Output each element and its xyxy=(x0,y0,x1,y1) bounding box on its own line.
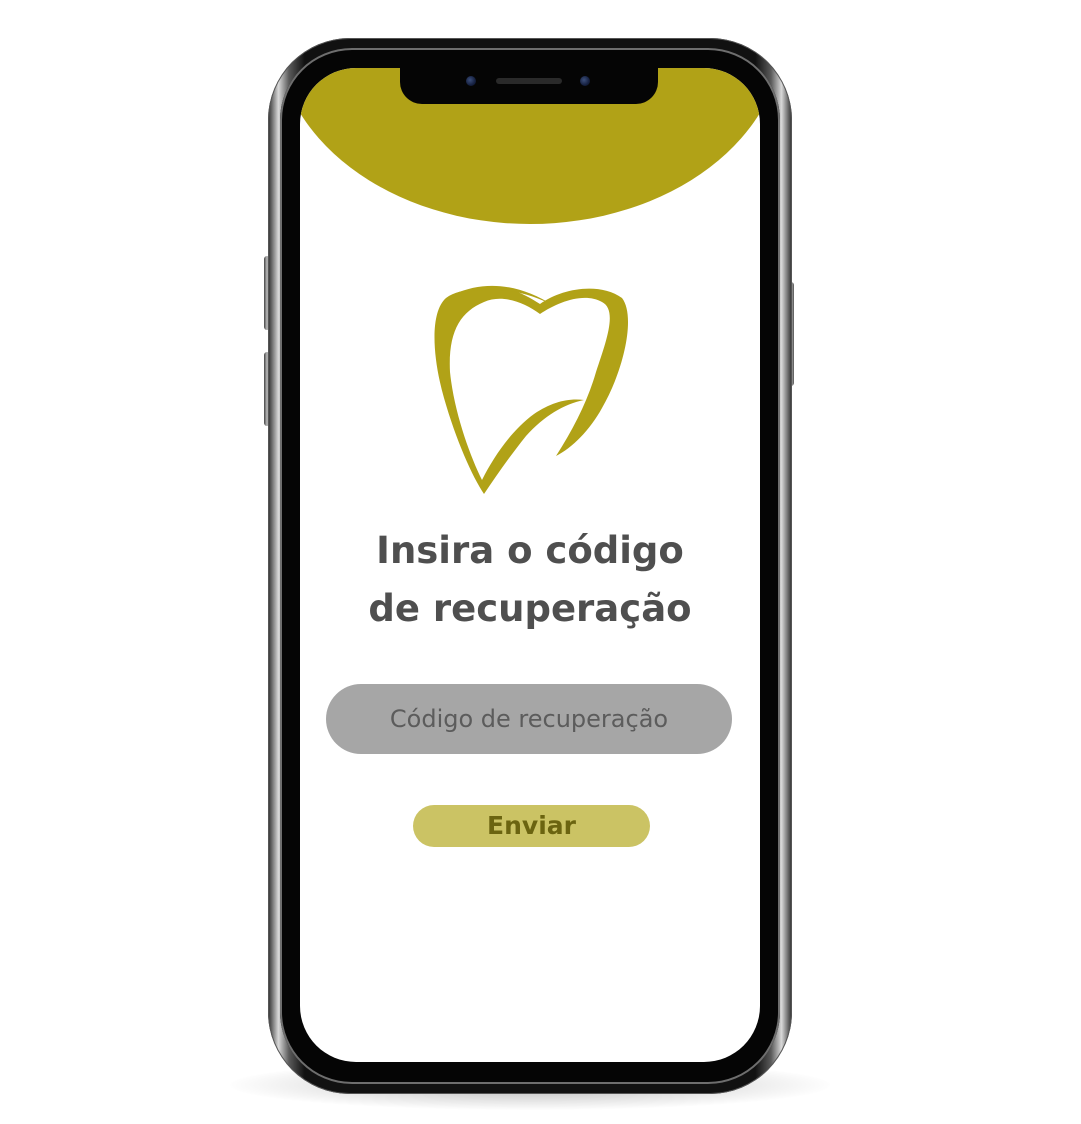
tooth-outline xyxy=(434,287,629,494)
face-sensor-icon xyxy=(580,76,590,86)
page-title-line-1: Insira o código xyxy=(376,529,684,572)
earpiece-speaker xyxy=(496,78,562,84)
front-camera-icon xyxy=(466,76,476,86)
app-screen: Insira o código de recuperação Enviar xyxy=(300,68,760,1062)
tooth-icon xyxy=(434,285,629,494)
send-button[interactable]: Enviar xyxy=(413,805,650,847)
recovery-code-input[interactable] xyxy=(347,704,711,734)
page-title: Insira o código de recuperação xyxy=(300,522,760,638)
page-title-line-2: de recuperação xyxy=(368,587,692,630)
phone-notch xyxy=(400,68,658,104)
recovery-code-field[interactable] xyxy=(326,684,732,754)
device-mockup: Insira o código de recuperação Enviar xyxy=(0,0,1081,1124)
